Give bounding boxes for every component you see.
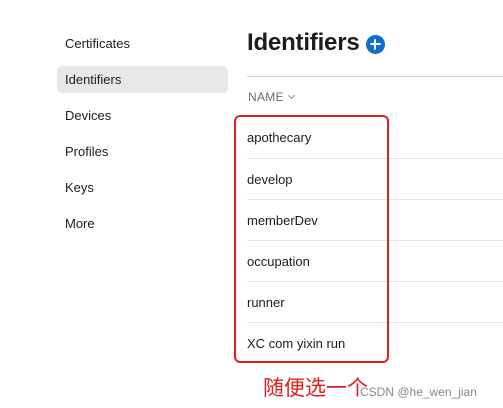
column-header-label: NAME <box>248 90 284 104</box>
name-column-header[interactable]: NAME <box>248 90 295 104</box>
watermark: CSDN @he_wen_jian <box>360 385 477 399</box>
sidebar-item-identifiers[interactable]: Identifiers <box>57 66 228 93</box>
page: Certificates Identifiers Devices Profile… <box>0 0 503 408</box>
sidebar-item-devices[interactable]: Devices <box>57 102 228 129</box>
page-title: Identifiers <box>247 29 360 56</box>
sidebar-item-keys[interactable]: Keys <box>57 174 228 201</box>
sidebar-item-certificates[interactable]: Certificates <box>57 30 228 57</box>
chevron-down-icon <box>287 91 295 100</box>
annotation-highlight-box <box>234 115 389 363</box>
divider <box>247 76 503 77</box>
sidebar-item-profiles[interactable]: Profiles <box>57 138 228 165</box>
page-header: Identifiers <box>247 29 385 57</box>
plus-circle-icon[interactable] <box>365 34 385 54</box>
sidebar: Certificates Identifiers Devices Profile… <box>57 30 228 246</box>
annotation-text: 随便选一个 <box>263 376 368 400</box>
sidebar-item-more[interactable]: More <box>57 210 228 237</box>
